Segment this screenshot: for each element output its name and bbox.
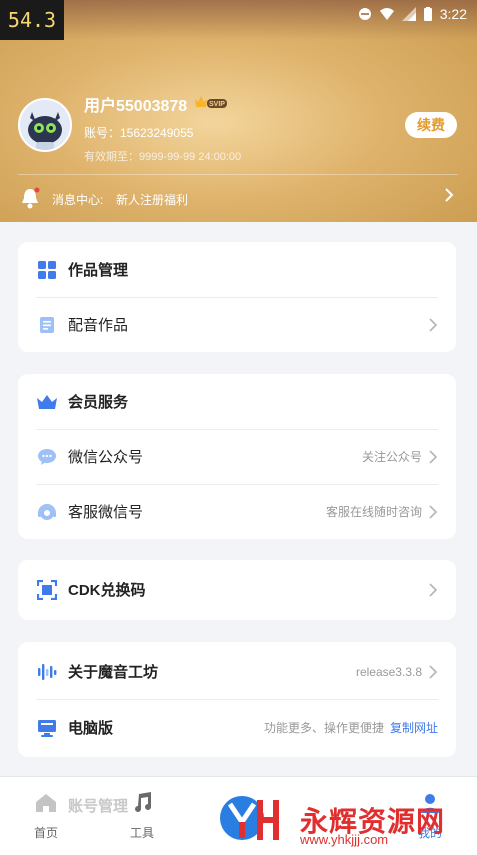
headset-icon	[36, 501, 58, 523]
renew-button[interactable]: 续费	[405, 112, 457, 138]
do-not-disturb-icon	[358, 8, 371, 20]
scan-code-icon	[36, 579, 58, 601]
crown-icon	[36, 391, 58, 413]
grid-icon	[36, 259, 58, 281]
fps-counter: 54.3	[0, 0, 64, 40]
cdk-item[interactable]: CDK兑换码	[36, 562, 438, 617]
wechat-official-label: 微信公众号	[68, 449, 144, 466]
copy-url-link[interactable]: 复制网址	[390, 719, 438, 736]
pc-version-item: 电脑版 功能更多、操作更便捷 复制网址	[36, 700, 438, 755]
svip-badge-text: SVIP	[209, 101, 225, 108]
tab-tools-label: 工具	[129, 826, 154, 840]
chat-bubble-icon	[36, 446, 58, 468]
sound-wave-icon	[36, 661, 58, 683]
profile-header: 54.3 3:22 用户55003878 SVIP 账号：15623249055…	[0, 0, 477, 222]
pc-version-title: 电脑版	[68, 720, 114, 737]
document-icon	[36, 314, 58, 336]
robot-avatar-icon	[20, 100, 70, 150]
music-note-icon	[135, 792, 151, 812]
dubbing-works-item[interactable]: 配音作品	[36, 297, 438, 352]
message-center-bar[interactable]: 消息中心: 新人注册福利	[18, 174, 458, 219]
cdk-card[interactable]: CDK兑换码	[18, 560, 456, 620]
account-number: 账号：15623249055	[84, 126, 194, 140]
wechat-service-hint: 客服在线随时咨询	[325, 505, 422, 519]
works-section-title: 作品管理	[68, 262, 129, 279]
status-time: 3:22	[439, 6, 467, 22]
cdk-title: CDK兑换码	[68, 582, 146, 599]
chevron-right-icon	[429, 582, 438, 597]
profile-block: 用户55003878 SVIP 账号：15623249055 有效期至：9999…	[18, 92, 457, 164]
member-card: 会员服务 微信公众号 关注公众号 客服微信号 客服在线随时咨询	[18, 374, 456, 539]
signal-icon	[401, 7, 416, 21]
app-version: release3.3.8	[355, 664, 422, 679]
battery-icon	[423, 7, 432, 21]
wifi-icon	[379, 8, 394, 20]
expire-date: 有效期至：9999-99-99 24:00:00	[84, 151, 242, 163]
chevron-right-icon	[429, 449, 438, 464]
svip-crown-icon: SVIP	[195, 96, 227, 108]
about-card: 关于魔音工坊 release3.3.8 电脑版 功能更多、操作更便捷 复制网址	[18, 642, 456, 757]
wechat-service-label: 客服微信号	[68, 504, 144, 521]
wechat-official-item[interactable]: 微信公众号 关注公众号	[36, 429, 438, 485]
tab-home-label: 首页	[33, 826, 58, 840]
tab-tools[interactable]: 工具	[112, 791, 172, 841]
status-bar: 3:22	[358, 6, 467, 22]
message-center-label: 消息中心:	[52, 193, 104, 207]
works-card: 作品管理 配音作品	[18, 242, 456, 352]
works-section-header: 作品管理	[36, 242, 438, 298]
member-section-header: 会员服务	[36, 374, 438, 430]
avatar[interactable]	[18, 98, 72, 152]
username: 用户55003878	[84, 98, 188, 115]
wechat-service-item[interactable]: 客服微信号 客服在线随时咨询	[36, 484, 438, 539]
about-item[interactable]: 关于魔音工坊 release3.3.8	[36, 644, 438, 700]
home-icon	[36, 794, 56, 812]
main-content: 作品管理 配音作品 会员服务 微信公众号 关注公众号 客服微信号 客服在线随时咨…	[0, 222, 477, 778]
dubbing-works-label: 配音作品	[68, 317, 129, 334]
chevron-right-icon	[429, 317, 438, 332]
chevron-right-icon	[429, 664, 438, 679]
message-center-text: 新人注册福利	[116, 193, 189, 207]
about-title: 关于魔音工坊	[68, 664, 159, 681]
wechat-official-hint: 关注公众号	[361, 450, 422, 464]
tab-home[interactable]: 首页	[16, 791, 76, 841]
member-section-title: 会员服务	[68, 394, 129, 411]
chevron-right-icon	[429, 504, 438, 519]
chevron-right-icon	[445, 188, 454, 202]
monitor-icon	[36, 717, 58, 739]
watermark-url: www.yhkjjj.com	[300, 832, 389, 847]
pc-version-hint: 功能更多、操作更便捷	[263, 721, 384, 735]
bell-icon	[22, 187, 40, 209]
